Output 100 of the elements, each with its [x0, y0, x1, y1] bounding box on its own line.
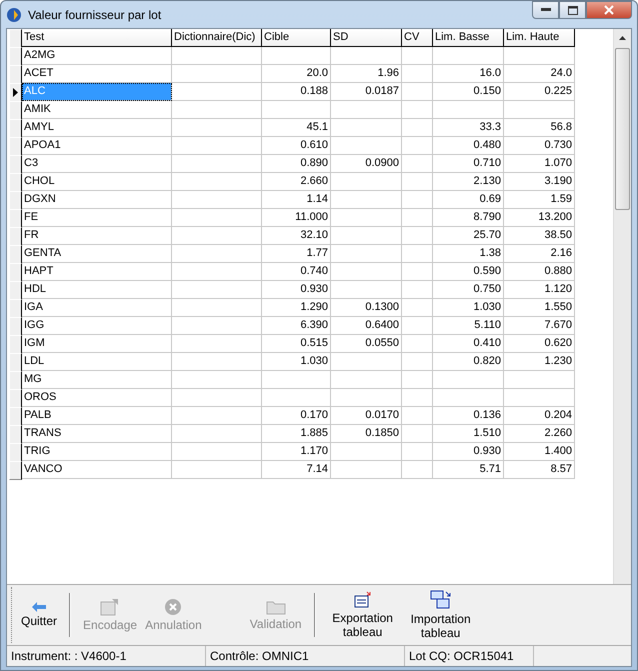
app-icon: [6, 6, 22, 22]
toolbar-button[interactable]: Importation tableau: [402, 587, 480, 643]
row-header[interactable]: [9, 119, 22, 138]
row-header[interactable]: [9, 371, 22, 390]
table-cell: DGXN: [22, 191, 172, 209]
row-header[interactable]: [9, 407, 22, 426]
table-cell: 5.110: [433, 317, 504, 335]
row-header[interactable]: [9, 47, 22, 66]
minimize-button[interactable]: [532, 1, 559, 19]
table-cell: FE: [22, 209, 172, 227]
table-cell: 0.150: [433, 83, 504, 101]
column-header[interactable]: CV: [402, 29, 433, 47]
row-header[interactable]: [9, 353, 22, 372]
status-text: Lot CQ: OCR15041: [405, 646, 534, 666]
vertical-scrollbar[interactable]: [613, 29, 631, 584]
table-cell: 0.620: [504, 335, 575, 353]
table-cell: [402, 335, 433, 353]
table-cell: 0.930: [262, 281, 331, 299]
table-cell: 0.0187: [331, 83, 402, 101]
row-header[interactable]: [9, 299, 22, 318]
table-cell: 1.510: [433, 425, 504, 443]
table-cell: IGM: [22, 335, 172, 353]
table-cell: [402, 137, 433, 155]
table-cell: 0.740: [262, 263, 331, 281]
table-cell: 0.710: [433, 155, 504, 173]
row-header[interactable]: [9, 227, 22, 246]
column-header[interactable]: Cible: [262, 29, 331, 47]
table-cell: 7.670: [504, 317, 575, 335]
row-header[interactable]: [9, 263, 22, 282]
table-cell: IGG: [22, 317, 172, 335]
row-header[interactable]: [9, 209, 22, 228]
table-cell: 11.000: [262, 209, 331, 227]
table-cell: [433, 371, 504, 389]
table-cell: CHOL: [22, 173, 172, 191]
table-cell: 8.790: [433, 209, 504, 227]
row-header[interactable]: [9, 281, 22, 300]
table-cell: HDL: [22, 281, 172, 299]
table-cell: TRIG: [22, 443, 172, 461]
table-cell: ALC: [22, 83, 172, 101]
row-header[interactable]: [9, 101, 22, 120]
table-cell: 1.14: [262, 191, 331, 209]
table-cell: [402, 443, 433, 461]
table-cell: 0.0550: [331, 335, 402, 353]
row-header[interactable]: [9, 137, 22, 156]
column-header[interactable]: Lim. Basse: [433, 29, 504, 47]
table-cell: 1.170: [262, 443, 331, 461]
table-cell: 8.57: [504, 461, 575, 479]
column-header[interactable]: SD: [331, 29, 402, 47]
table-cell: 1.120: [504, 281, 575, 299]
row-header[interactable]: [9, 461, 22, 480]
column-header[interactable]: Lim. Haute: [504, 29, 575, 47]
table-cell: [433, 47, 504, 65]
row-header[interactable]: [9, 65, 22, 84]
table-cell: 0.880: [504, 263, 575, 281]
table-cell: [262, 47, 331, 65]
table-cell: [402, 389, 433, 407]
row-header[interactable]: [9, 317, 22, 336]
table-cell: 20.0: [262, 65, 331, 83]
status-text: Instrument: : V4600-1: [7, 646, 206, 666]
table-cell: [402, 407, 433, 425]
maximize-icon: [568, 6, 578, 14]
table-cell: C3: [22, 155, 172, 173]
scroll-thumb[interactable]: [615, 48, 630, 210]
row-header[interactable]: [9, 389, 22, 408]
table-cell: [402, 353, 433, 371]
table-cell: A2MG: [22, 47, 172, 65]
row-header[interactable]: [9, 335, 22, 354]
row-header[interactable]: [9, 173, 22, 192]
row-header[interactable]: [9, 155, 22, 174]
table-cell: [331, 137, 402, 155]
table-cell: 25.70: [433, 227, 504, 245]
table-cell: [402, 191, 433, 209]
close-button[interactable]: [586, 1, 632, 19]
table-cell: [504, 47, 575, 65]
table-cell: 0.610: [262, 137, 331, 155]
row-header[interactable]: [9, 83, 22, 102]
row-header[interactable]: [9, 443, 22, 462]
toolbar-button[interactable]: Quitter: [17, 587, 62, 643]
maximize-button[interactable]: [559, 1, 586, 19]
column-header[interactable]: Dictionnaire(Dic): [172, 29, 262, 47]
row-header[interactable]: [9, 245, 22, 264]
table-cell: [402, 227, 433, 245]
corner-header[interactable]: [9, 29, 22, 48]
table-cell: [402, 245, 433, 263]
table-cell: 0.69: [433, 191, 504, 209]
table-cell: [402, 101, 433, 119]
table-cell: 1.070: [504, 155, 575, 173]
table-cell: 1.400: [504, 443, 575, 461]
cancel-icon: [164, 598, 182, 616]
table-cell: 56.8: [504, 119, 575, 137]
row-header[interactable]: [9, 425, 22, 444]
table-cell: 0.0900: [331, 155, 402, 173]
table-cell: 0.410: [433, 335, 504, 353]
column-header[interactable]: Test: [22, 29, 172, 47]
table-cell: 1.550: [504, 299, 575, 317]
toolbar-button[interactable]: Exportation tableau: [324, 587, 402, 643]
row-header[interactable]: [9, 191, 22, 210]
table-cell: [402, 317, 433, 335]
table-cell: 1.885: [262, 425, 331, 443]
table-cell: MG: [22, 371, 172, 389]
